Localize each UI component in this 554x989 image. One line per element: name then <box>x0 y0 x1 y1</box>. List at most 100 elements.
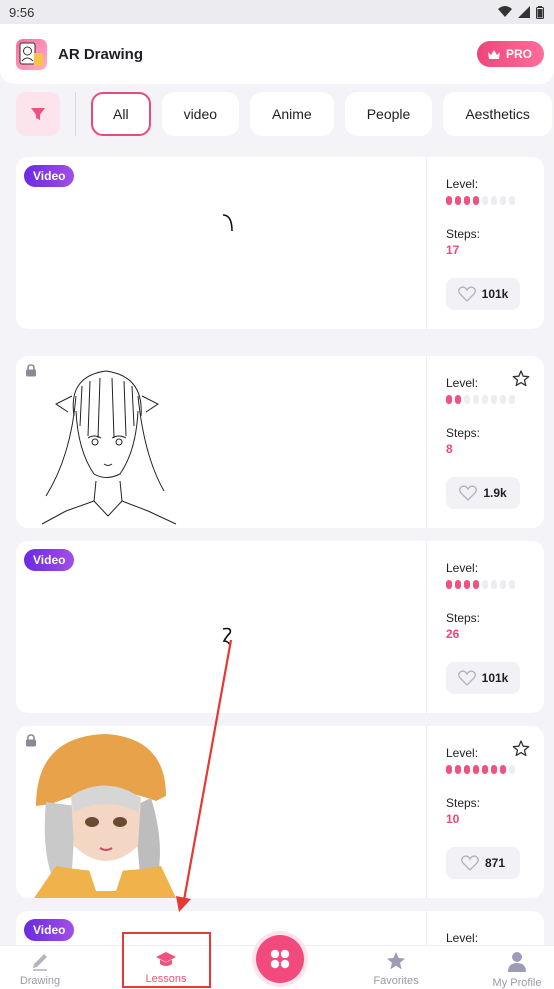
card-preview <box>16 157 426 329</box>
crown-icon <box>487 49 500 59</box>
level-dot <box>482 395 488 404</box>
chip-anime[interactable]: Anime <box>250 92 334 136</box>
center-action-button[interactable] <box>256 935 304 983</box>
level-dot <box>482 196 488 205</box>
app-logo <box>16 38 47 70</box>
lesson-card[interactable]: Video Level: Steps: 26 101k <box>16 541 544 713</box>
lesson-card[interactable]: Video Level: Steps: 17 101k <box>16 157 544 329</box>
signal-icon <box>518 6 530 18</box>
heart-icon <box>457 286 476 302</box>
level-dot <box>500 765 506 774</box>
heart-icon <box>461 855 479 871</box>
color-girl-image <box>34 734 176 898</box>
card-info: Level: Steps: 17 101k <box>426 157 544 329</box>
level-dot <box>464 580 470 589</box>
like-count: 871 <box>484 856 506 870</box>
level-dot <box>446 765 452 774</box>
card-preview <box>16 356 426 528</box>
lock-icon <box>26 364 36 377</box>
video-badge: Video <box>24 549 75 571</box>
level-dot <box>464 765 470 774</box>
card-info: Level: Steps: 26 101k <box>426 541 544 713</box>
like-button[interactable]: 101k <box>446 278 520 310</box>
level-dot <box>491 196 497 205</box>
level-dot <box>491 765 497 774</box>
battery-icon <box>536 5 544 19</box>
filter-divider <box>75 92 76 136</box>
level-dot <box>446 580 452 589</box>
pro-label: PRO <box>505 47 532 61</box>
like-button[interactable]: 1.9k <box>446 477 520 509</box>
nav-lessons-label: Lessons <box>145 973 187 985</box>
level-dot <box>509 395 515 404</box>
level-dot <box>455 395 461 404</box>
heart-icon <box>459 485 478 501</box>
nav-lessons[interactable]: Lessons <box>126 946 206 989</box>
level-dot <box>455 196 461 205</box>
level-dot <box>473 765 479 774</box>
level-dot <box>464 196 470 205</box>
star-filled-icon <box>387 952 405 970</box>
status-icons <box>498 5 544 19</box>
nav-drawing[interactable]: Drawing <box>0 946 80 989</box>
level-dot <box>509 765 515 774</box>
level-dot <box>500 580 506 589</box>
nav-profile[interactable]: My Profile <box>477 946 554 989</box>
pencil-icon <box>33 954 47 971</box>
nav-favorites-label: Favorites <box>373 975 419 987</box>
level-dot <box>446 196 452 205</box>
level-label: Level: <box>446 931 479 945</box>
level-dot <box>455 765 461 774</box>
app-title: AR Drawing <box>58 45 144 63</box>
level-dot <box>473 580 479 589</box>
level-label: Level: <box>446 746 479 760</box>
pro-button[interactable]: PRO <box>476 41 544 67</box>
chip-all[interactable]: All <box>91 92 151 136</box>
chip-people[interactable]: People <box>344 92 433 136</box>
wifi-icon <box>498 6 512 17</box>
person-icon <box>508 952 526 972</box>
like-count: 101k <box>481 671 509 685</box>
nav-drawing-label: Drawing <box>19 975 61 987</box>
steps-label: Steps: <box>446 796 481 810</box>
chip-video[interactable]: video <box>161 92 240 136</box>
level-label: Level: <box>446 561 479 575</box>
level-dot <box>455 580 461 589</box>
steps-value: 26 <box>446 627 460 641</box>
level-dot <box>509 196 515 205</box>
grid-dots-icon <box>270 949 290 969</box>
heart-icon <box>457 670 476 686</box>
level-meter <box>446 765 544 774</box>
level-dot <box>482 765 488 774</box>
chip-aesthetics[interactable]: Aesthetics <box>443 92 552 136</box>
level-dot <box>446 395 452 404</box>
steps-value: 10 <box>446 812 460 826</box>
level-label: Level: <box>446 376 479 390</box>
level-dot <box>473 196 479 205</box>
level-dot <box>473 395 479 404</box>
app-header: AR Drawing PRO <box>0 24 554 84</box>
steps-label: Steps: <box>446 227 481 241</box>
level-label: Level: <box>446 177 479 191</box>
video-badge: Video <box>24 919 75 941</box>
steps-value: 17 <box>446 243 460 257</box>
graduation-cap-icon <box>156 952 176 966</box>
lesson-card[interactable]: Level: Steps: 8 1.9k <box>16 356 544 528</box>
steps-label: Steps: <box>446 426 481 440</box>
status-time: 9:56 <box>9 4 35 20</box>
like-button[interactable]: 101k <box>446 662 520 694</box>
level-dot <box>509 580 515 589</box>
level-meter <box>446 580 544 589</box>
level-dot <box>482 580 488 589</box>
nav-favorites[interactable]: Favorites <box>356 946 436 989</box>
lesson-card[interactable]: Level: Steps: 10 871 <box>16 726 544 898</box>
like-count: 1.9k <box>483 486 507 500</box>
steps-value: 8 <box>446 442 453 456</box>
filter-button[interactable] <box>16 92 60 136</box>
card-info: Level: Steps: 10 871 <box>426 726 544 898</box>
like-button[interactable]: 871 <box>446 847 520 879</box>
card-preview <box>16 541 426 713</box>
like-count: 101k <box>481 287 509 301</box>
filter-row: All video Anime People Aesthetics <box>0 88 554 140</box>
level-meter <box>446 395 544 404</box>
